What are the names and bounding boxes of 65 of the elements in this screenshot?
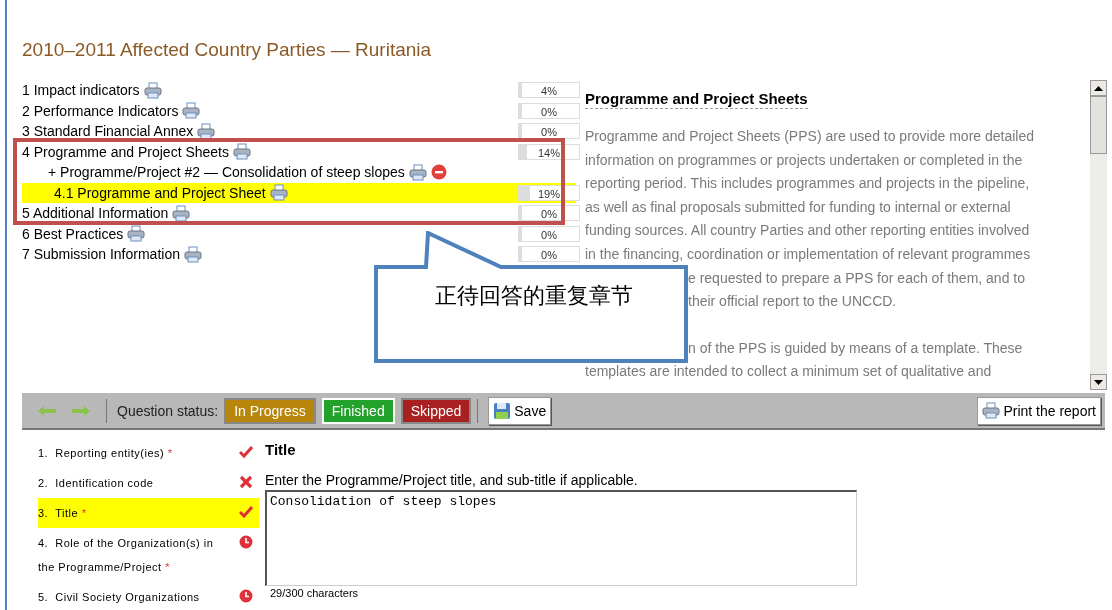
scroll-up-button[interactable]	[1090, 80, 1107, 96]
progress-reading: 0%	[540, 104, 558, 120]
question-item[interactable]: 5. Civil Society Organizations	[38, 582, 259, 610]
question-item[interactable]: 1. Reporting entity(ies) *	[38, 438, 259, 468]
remove-icon[interactable]	[430, 164, 447, 181]
status-button[interactable]: Skipped	[400, 397, 472, 424]
printer-icon[interactable]	[127, 225, 146, 243]
help-text-line: their official report to the UNCCD.	[688, 292, 898, 312]
section-item[interactable]: 2 Performance Indicators	[22, 101, 179, 120]
section-item[interactable]: 7 Submission Information	[22, 245, 180, 264]
printer-icon[interactable]	[143, 81, 162, 99]
answer-field[interactable]: Consolidation of steep slopes	[265, 490, 857, 586]
progress-reading: 0%	[540, 248, 558, 264]
progress-reading: 19%	[537, 186, 561, 202]
check-icon	[239, 445, 253, 459]
printer-icon	[982, 402, 1001, 419]
help-text-line: as well as final proposals submitted for funding to internal or external	[585, 197, 1012, 217]
section-item[interactable]: 1 Impact indicators	[22, 81, 140, 100]
help-text-line: in the financing, coordination or implementation of relevant programmes	[585, 244, 1032, 264]
printer-icon[interactable]	[233, 143, 251, 161]
section-item[interactable]: 4.1 Programme and Project Sheet	[54, 183, 266, 202]
up-triangle-icon	[1094, 85, 1103, 91]
section-item[interactable]: 3 Standard Financial Annex	[22, 122, 194, 141]
section-item[interactable]: 4 Programme and Project Sheets	[22, 142, 229, 161]
check-icon	[239, 505, 253, 519]
help-text-line: e requested to prepare a PPS for each of them, and to	[688, 268, 1026, 288]
section-item[interactable]: 5 Additional Information	[22, 204, 169, 223]
clock-icon	[239, 589, 253, 603]
scroll-down-button[interactable]	[1090, 374, 1107, 390]
help-heading: Programme and Project Sheets	[585, 90, 808, 109]
callout-text: 正待回答的重复章节	[434, 282, 634, 310]
print-button[interactable]: Print the report	[977, 396, 1101, 425]
printer-icon[interactable]	[197, 122, 216, 140]
scroll-thumb[interactable]	[1090, 96, 1107, 154]
printer-icon[interactable]	[182, 102, 201, 120]
scrollbar[interactable]	[1090, 80, 1107, 390]
question-item[interactable]: 3. Title *	[38, 498, 259, 528]
section-item[interactable]: 6 Best Practices	[22, 224, 124, 243]
progress-reading: 0%	[540, 125, 558, 141]
progress-reading: 4%	[540, 84, 558, 100]
section-item[interactable]: + Programme/Project #2 — Consolidation of steep slopes	[48, 163, 405, 182]
help-text-line: n of the PPS is guided by means of a template. These	[688, 338, 1024, 358]
printer-icon[interactable]	[172, 204, 191, 222]
printer-icon[interactable]	[269, 184, 288, 202]
down-triangle-icon	[1094, 379, 1103, 385]
save-button[interactable]: Save	[488, 396, 552, 425]
progress-reading: 0%	[540, 207, 558, 223]
question-item[interactable]: 2. Identification code	[38, 468, 259, 498]
printer-icon[interactable]	[408, 163, 427, 181]
status-label: Question status:	[117, 402, 219, 419]
help-text-line: information on programmes or projects undertaken or completed in the	[585, 150, 1024, 170]
progress-reading: 0%	[540, 227, 558, 243]
clock-icon	[239, 535, 253, 549]
help-text-line: reporting period. This includes programmes and projects in the pipeline,	[585, 174, 1031, 194]
question-item[interactable]: 4. Role of the Organization(s) in the Programme/Project *	[38, 528, 259, 582]
question-heading: Title	[265, 440, 297, 460]
help-text-line: templates are intended to collect a minimum set of qualitative and	[585, 362, 993, 382]
question-instruction: Enter the Programme/Project title, and sub-title if applicable.	[265, 471, 639, 490]
help-text-line: funding sources. All country Parties and other reporting entities involved	[585, 221, 1031, 241]
character-counter: 29/300 characters	[270, 586, 360, 600]
cross-icon	[239, 475, 253, 489]
printer-icon[interactable]	[184, 245, 202, 263]
progress-reading: 14%	[537, 145, 561, 161]
page-title: 2010–2011 Affected Country Parties — Ruritania	[22, 38, 433, 62]
help-text-line: Programme and Project Sheets (PPS) are used to provide more detailed	[585, 127, 1035, 146]
